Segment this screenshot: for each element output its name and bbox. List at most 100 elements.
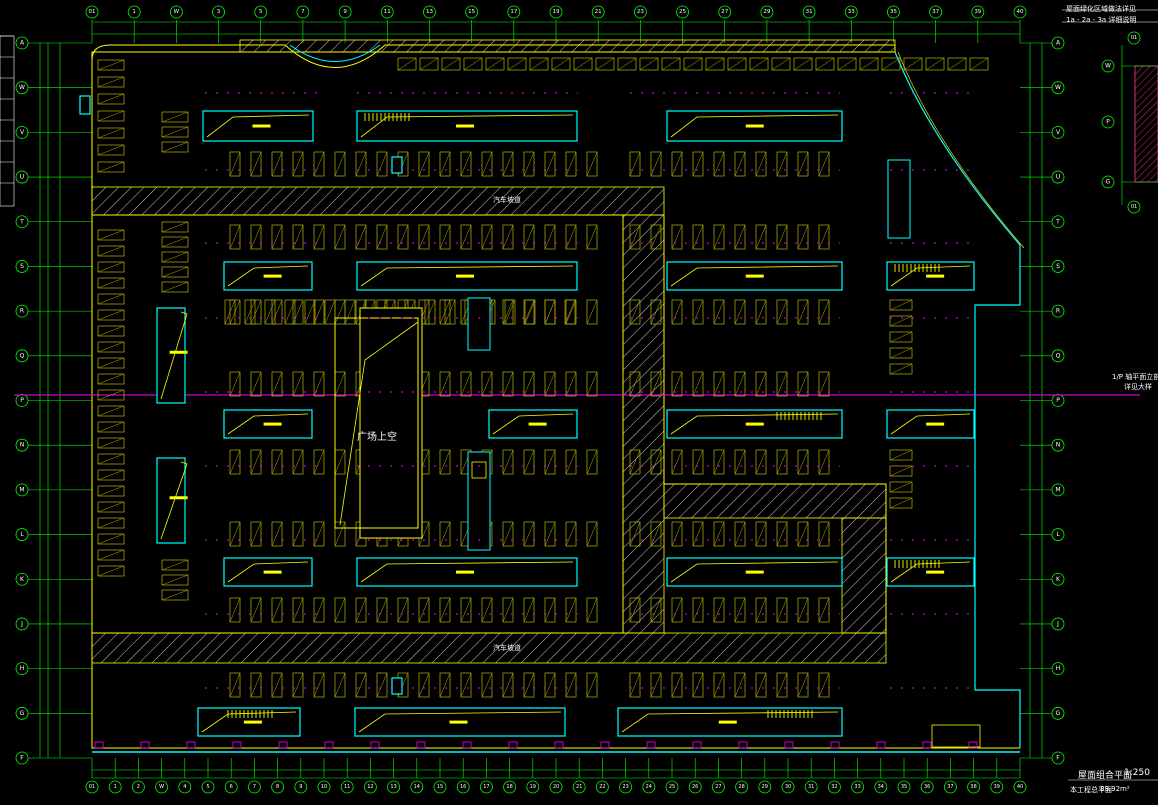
- parking-stall-diag: [947, 57, 967, 71]
- parking-stall-diag: [903, 57, 923, 71]
- roof-label-mark: [745, 570, 764, 574]
- axis-label-left: P: [20, 397, 24, 404]
- parking-stall-diag: [565, 672, 577, 698]
- parking-stall-diag: [424, 299, 436, 325]
- parking-stall-diag: [889, 299, 913, 311]
- magenta-curb-mark: [876, 741, 886, 749]
- parking-stall-diag: [797, 597, 809, 623]
- parking-stall-diag: [734, 449, 746, 475]
- cad-floor-plan: 01 1 W 3 5 7 9 11 13 15 17 19 21 23 25 27 29 31 33 35 37 39 40…: [0, 5, 1158, 794]
- axis-label-left: S: [20, 263, 24, 270]
- parking-stall-diag: [419, 57, 439, 71]
- parking-stall-diag: [523, 371, 535, 397]
- parking-stall-diag: [229, 672, 241, 698]
- parking-stall-diag: [161, 251, 189, 263]
- parking-stall-diag: [460, 371, 472, 397]
- parking-stall-diag: [334, 224, 346, 250]
- axis-label-right: N: [1056, 442, 1061, 449]
- parking-stall-diag: [683, 57, 703, 71]
- plaza-frame: [359, 307, 423, 539]
- parking-stall-diag: [755, 299, 767, 325]
- parking-stall-diag: [229, 224, 241, 250]
- parking-stall-diag: [271, 151, 283, 177]
- parking-stall-diag: [523, 672, 535, 698]
- parking-stall-diag: [439, 672, 451, 698]
- parking-stall-diag: [97, 277, 125, 289]
- roof-label-mark: [745, 124, 764, 128]
- axis-label-top: 23: [637, 9, 644, 15]
- parking-stall-diag: [671, 672, 683, 698]
- axis-label-bottom: 6: [230, 784, 233, 790]
- parking-stall-diag: [97, 76, 125, 88]
- parking-stall-diag: [97, 373, 125, 385]
- parking-stall-diag: [565, 597, 577, 623]
- axis-label-left: H: [20, 665, 25, 672]
- parking-stall-diag: [524, 299, 536, 325]
- parking-stall-diag: [334, 521, 346, 547]
- parking-stall-diag: [502, 449, 514, 475]
- parking-stall-diag: [481, 224, 493, 250]
- parking-stall-diag: [161, 236, 189, 248]
- parking-stall-diag: [481, 672, 493, 698]
- parking-stall-diag: [551, 57, 571, 71]
- parking-stall-diag: [250, 151, 262, 177]
- parking-stall-diag: [250, 521, 262, 547]
- axis-label-bottom: 01: [89, 784, 95, 790]
- parking-stall-diag: [544, 672, 556, 698]
- axis-label-bottom: 39: [994, 784, 1000, 790]
- axis-label-right: L: [1056, 531, 1060, 538]
- parking-stall-diag: [734, 299, 746, 325]
- axis-label-bottom: 37: [947, 784, 953, 790]
- parking-stall-diag: [889, 331, 913, 343]
- parking-stall-diag: [97, 309, 125, 321]
- roof-label-mark: [528, 422, 547, 426]
- parking-stall-diag: [271, 371, 283, 397]
- parking-stall-diag: [734, 597, 746, 623]
- parking-stall-diag: [97, 533, 125, 545]
- parking-stall-diag: [671, 449, 683, 475]
- parking-stall-diag: [439, 521, 451, 547]
- parking-stall-diag: [97, 245, 125, 257]
- axis-label-left: U: [20, 174, 24, 181]
- parking-stall-diag: [355, 151, 367, 177]
- parking-stall-diag: [776, 224, 788, 250]
- parking-stall-diag: [229, 449, 241, 475]
- parking-stall-diag: [797, 521, 809, 547]
- axis-label-right: R: [1056, 308, 1060, 315]
- magenta-curb-mark: [922, 741, 932, 749]
- top-right-note-2: 1a - 2a - 3a 详细说明: [1066, 16, 1137, 24]
- side-note: 1/P 轴平面立剖图: [1112, 373, 1158, 381]
- axis-label-bottom: 24: [646, 784, 652, 790]
- parking-stall-diag: [271, 449, 283, 475]
- axis-label-left: G: [20, 710, 25, 717]
- magenta-curb-mark: [646, 741, 656, 749]
- roof-label-mark: [243, 720, 262, 724]
- parking-stall-diag: [507, 57, 527, 71]
- parking-stall-diag: [313, 672, 325, 698]
- side-note-2: 详见大样: [1124, 383, 1152, 391]
- parking-stall-diag: [439, 449, 451, 475]
- parking-stall-diag: [692, 672, 704, 698]
- axis-label-bottom: 28: [738, 784, 744, 790]
- axis-label-top: 17: [510, 9, 517, 15]
- axis-label-top: 1: [132, 9, 136, 15]
- axis-label-bottom: 19: [530, 784, 536, 790]
- axis-label-bottom: 22: [599, 784, 605, 790]
- parking-stall-diag: [397, 224, 409, 250]
- magenta-curb-mark: [94, 741, 104, 749]
- parking-stall-diag: [284, 299, 296, 325]
- parking-stall-diag: [292, 299, 304, 325]
- parking-stall-diag: [292, 224, 304, 250]
- parking-stall-diag: [97, 565, 125, 577]
- parking-stall-diag: [313, 224, 325, 250]
- ramp-label-top: 汽车坡道: [493, 196, 521, 204]
- parking-stall-diag: [229, 151, 241, 177]
- axis-label-bottom: 10: [321, 784, 327, 790]
- parking-stall-diag: [504, 299, 516, 325]
- axis-label-bottom: 5: [206, 784, 209, 790]
- axis-label-left: F: [20, 755, 24, 762]
- axis-label-bottom: 9: [299, 784, 302, 790]
- axis-label-top: 25: [679, 9, 686, 15]
- axis-label-left: L: [20, 531, 24, 538]
- drawing-scale: 1:250: [1124, 768, 1150, 778]
